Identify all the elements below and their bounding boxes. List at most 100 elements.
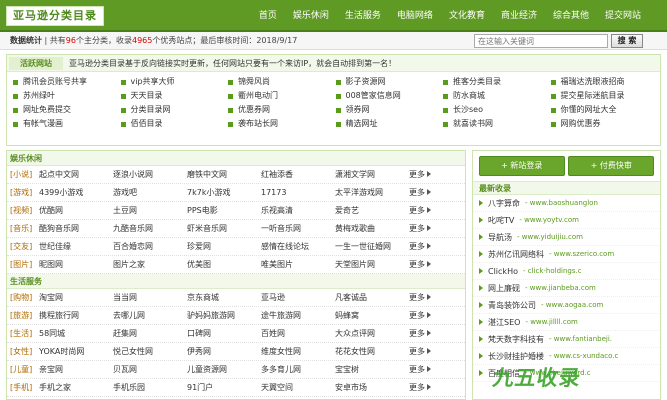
site-link[interactable]: 亚马逊 [261, 292, 335, 303]
category-label[interactable]: [购物] [7, 292, 39, 303]
more-link[interactable]: 更多 [409, 382, 439, 393]
site-link[interactable]: 91门户 [187, 382, 261, 393]
site-link[interactable]: 优酷网 [39, 205, 113, 216]
site-link[interactable]: 亲宝网 [39, 364, 113, 375]
site-link[interactable]: 土豆网 [113, 205, 187, 216]
active-site-link[interactable]: 天天目录 [131, 89, 163, 103]
recent-site-name[interactable]: 网上廉砚 [488, 283, 520, 294]
site-link[interactable]: 宝宝树 [335, 364, 409, 375]
recent-item[interactable]: 网上廉砚 - www.jianbeba.com [473, 280, 660, 297]
active-site-link[interactable]: 衢州电动门 [238, 89, 278, 103]
active-site-item[interactable]: 领券网 [335, 103, 444, 117]
active-site-link[interactable]: 分类目录网 [131, 103, 171, 117]
active-site-link[interactable]: 领券网 [346, 103, 370, 117]
paid-review-button[interactable]: + 付费快审 [568, 156, 655, 176]
category-label[interactable]: [儿童] [7, 364, 39, 375]
site-link[interactable]: 珍爱网 [187, 241, 261, 252]
site-link[interactable]: 黄梅戏歌曲 [335, 223, 409, 234]
active-site-link[interactable]: 优惠券网 [238, 103, 270, 117]
active-site-item[interactable]: 提交星际迷航目录 [550, 89, 659, 103]
site-link[interactable]: 途牛旅游网 [261, 310, 335, 321]
search-button[interactable]: 搜 索 [611, 34, 643, 48]
nav-entertainment[interactable]: 娱乐休闲 [285, 0, 337, 32]
site-link[interactable]: 赶集网 [113, 328, 187, 339]
category-label[interactable]: [交友] [7, 241, 39, 252]
site-link[interactable]: 九酷音乐网 [113, 223, 187, 234]
more-link[interactable]: 更多 [409, 205, 439, 216]
site-logo[interactable]: 亚马逊分类目录 [6, 6, 104, 26]
active-site-item[interactable]: 衢州电动门 [228, 89, 336, 103]
site-link[interactable]: 唯美图片 [261, 259, 335, 270]
site-link[interactable]: 凡客诚品 [335, 292, 409, 303]
site-link[interactable]: 一生一世征婚网 [335, 241, 409, 252]
site-link[interactable]: 乐视高清 [261, 205, 335, 216]
nav-business[interactable]: 商业经济 [493, 0, 545, 32]
site-link[interactable]: 贝瓦网 [113, 364, 187, 375]
new-site-login-button[interactable]: + 新站登录 [478, 156, 565, 176]
active-site-link[interactable]: 长沙seo [453, 103, 483, 117]
active-site-link[interactable]: 提交星际迷航目录 [561, 89, 625, 103]
site-link[interactable]: 图片之家 [113, 259, 187, 270]
site-link[interactable]: 17173 [261, 188, 335, 197]
site-link[interactable]: 太平洋游戏网 [335, 187, 409, 198]
active-site-link[interactable]: 佰佰目录 [131, 117, 163, 131]
recent-site-name[interactable]: ClickHo [488, 267, 518, 276]
nav-culture-education[interactable]: 文化教育 [441, 0, 493, 32]
active-site-link[interactable]: 就喜读书网 [453, 117, 493, 131]
more-link[interactable]: 更多 [409, 364, 439, 375]
recent-site-name[interactable]: 湛江SEO [488, 317, 520, 328]
nav-other[interactable]: 综合其他 [545, 0, 597, 32]
site-link[interactable]: 一听音乐网 [261, 223, 335, 234]
recent-item[interactable]: 八字算命 - www.baoshuanglon [473, 195, 660, 212]
active-site-item[interactable]: 就喜读书网 [443, 117, 551, 131]
active-site-item[interactable]: 佰佰目录 [120, 117, 229, 131]
site-link[interactable]: 淘宝网 [39, 292, 113, 303]
category-label[interactable]: [小说] [7, 169, 39, 180]
recent-item[interactable]: 苏州亿讯网络科 - www.szerico.com [473, 246, 660, 263]
active-site-link[interactable]: 推客分类目录 [453, 75, 501, 89]
active-site-item[interactable]: vip共享大师 [120, 75, 229, 89]
recent-site-name[interactable]: 苏州亿讯网络科 [488, 249, 544, 260]
recent-item[interactable]: ClickHo - click-holdings.c [473, 263, 660, 280]
active-site-item[interactable]: 优惠券网 [228, 103, 336, 117]
active-site-item[interactable]: 长沙seo [443, 103, 551, 117]
category-label[interactable]: [音乐] [7, 223, 39, 234]
active-site-link[interactable]: 008管家信息网 [346, 89, 401, 103]
active-site-item[interactable]: 天天目录 [120, 89, 229, 103]
recent-item[interactable]: 导航汤 - www.yiduijiu.com [473, 229, 660, 246]
recent-site-name[interactable]: 八字算命 [488, 198, 520, 209]
site-link[interactable]: 天翼空间 [261, 382, 335, 393]
site-link[interactable]: 优美图 [187, 259, 261, 270]
site-link[interactable]: 7k7k小游戏 [187, 187, 261, 198]
site-link[interactable]: 逐浪小说网 [113, 169, 187, 180]
active-site-item[interactable]: 锦舜风尚 [228, 75, 336, 89]
site-link[interactable]: 口碑网 [187, 328, 261, 339]
nav-computer-network[interactable]: 电脑网络 [389, 0, 441, 32]
more-link[interactable]: 更多 [409, 328, 439, 339]
site-link[interactable]: 感情在线论坛 [261, 241, 335, 252]
site-link[interactable]: 驴妈妈旅游网 [187, 310, 261, 321]
more-link[interactable]: 更多 [409, 223, 439, 234]
active-site-link[interactable]: 苏州绿叶 [23, 89, 55, 103]
recent-item[interactable]: 叱咤TV - www.yoytv.com [473, 212, 660, 229]
category-label[interactable]: [旅游] [7, 310, 39, 321]
active-site-item[interactable]: 网址免费提交 [13, 103, 121, 117]
active-site-item[interactable]: 苏州绿叶 [13, 89, 121, 103]
site-link[interactable]: 磨铁中文网 [187, 169, 261, 180]
active-site-link[interactable]: 福瑞达洗眼液招商 [561, 75, 625, 89]
site-link[interactable]: 百合婚恋网 [113, 241, 187, 252]
recent-site-name[interactable]: 长沙财挂护婚楼 [488, 351, 544, 362]
site-link[interactable]: 酷狗音乐网 [39, 223, 113, 234]
more-link[interactable]: 更多 [409, 310, 439, 321]
site-link[interactable]: 安卓市场 [335, 382, 409, 393]
more-link[interactable]: 更多 [409, 259, 439, 270]
site-link[interactable]: 昵图网 [39, 259, 113, 270]
category-label[interactable]: [游戏] [7, 187, 39, 198]
more-link[interactable]: 更多 [409, 292, 439, 303]
active-site-link[interactable]: 腾讯会员账号共享 [23, 75, 87, 89]
active-site-item[interactable]: 你懂的网址大全 [550, 103, 659, 117]
active-site-link[interactable]: vip共享大师 [131, 75, 175, 89]
site-link[interactable]: 去哪儿网 [113, 310, 187, 321]
active-site-link[interactable]: 锦舜风尚 [238, 75, 270, 89]
active-site-item[interactable]: 防水商城 [443, 89, 551, 103]
